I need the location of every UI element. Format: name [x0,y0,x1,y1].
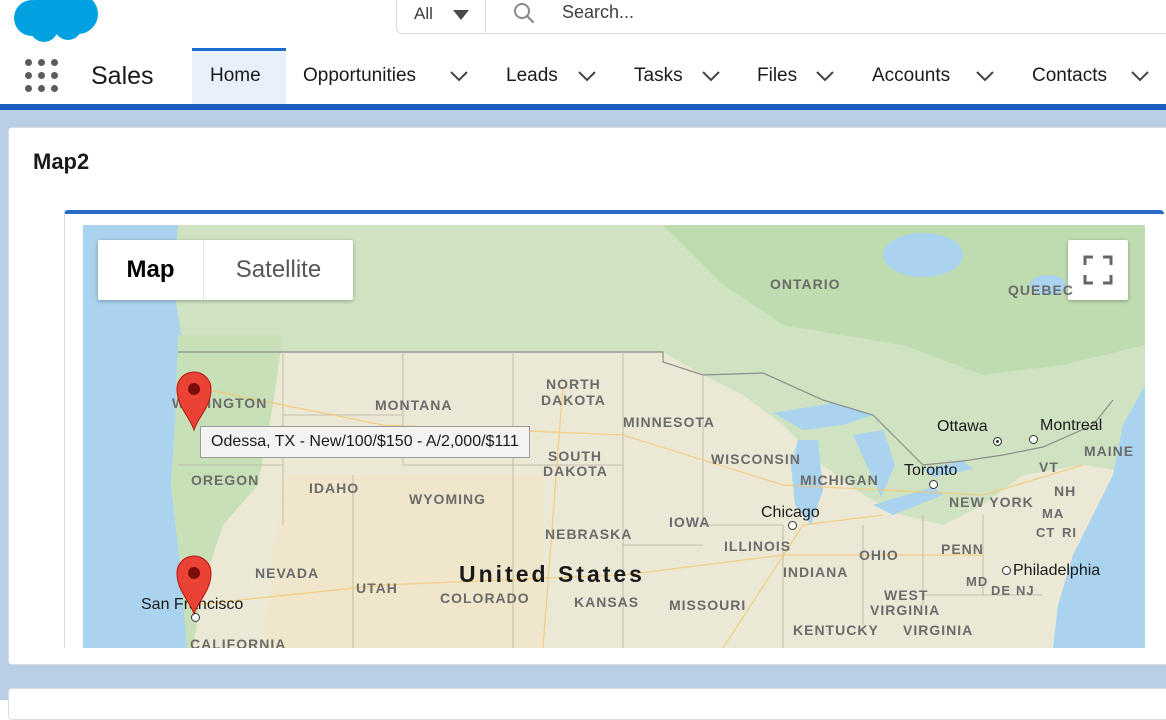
chevron-down-icon[interactable] [450,71,468,82]
map-label: OREGON [191,472,260,488]
map-label: ONTARIO [770,276,841,292]
map-label: KENTUCKY [793,622,879,638]
app-navigation-bar: Sales Home Opportunities Leads Tasks Fil… [0,48,1166,104]
map-label: KANSAS [574,594,640,610]
global-header: All [0,0,1166,48]
map-label: NH [1054,483,1077,499]
map-label: DAKOTA [541,392,606,408]
map-label: NJ [1016,583,1035,598]
tab-tasks[interactable]: Tasks [614,48,738,104]
map-label: INDIANA [783,564,849,580]
app-name: Sales [91,62,154,90]
search-icon [514,3,535,24]
map-label: ILLINOIS [724,538,792,554]
tab-label: Leads [506,65,558,86]
chevron-down-icon[interactable] [816,71,834,82]
chevron-down-icon[interactable] [1131,71,1149,82]
map-label: COLORADO [440,590,530,606]
tab-opportunities[interactable]: Opportunities [286,48,486,104]
map-label: VT [1039,459,1059,475]
salesforce-cloud-logo[interactable] [8,0,103,42]
city-label: Ottawa [937,418,988,435]
map-label: NEVADA [255,565,320,581]
city-dot [788,521,797,530]
marker-tooltip: Odessa, TX - New/100/$150 - A/2,000/$111 [200,426,530,458]
map-type-map-button[interactable]: Map [98,240,203,300]
map-label: IOWA [669,514,711,530]
map-label: DE [991,583,1012,598]
city-label: Montreal [1040,417,1103,434]
google-map[interactable]: Map Satellite ONTARIO QUEBEC NORTH DAKOT… [83,225,1145,648]
search-scope-value: All [414,4,433,23]
map-label: WYOMING [409,491,486,507]
map-label: MA [1042,506,1065,521]
app-launcher-icon[interactable] [25,59,59,93]
map-label: MINNESOTA [623,414,715,430]
city-label: Philadelphia [1013,562,1101,579]
chevron-down-icon[interactable] [702,71,720,82]
map-label: NEBRASKA [545,526,633,542]
search-scope-select[interactable]: All [397,0,486,33]
map-label: WISCONSIN [711,451,801,467]
tab-label: Home [210,65,261,86]
map-label: SOUTH [548,448,602,464]
map-label: IDAHO [309,480,360,496]
fullscreen-button[interactable] [1068,240,1128,300]
tab-accounts[interactable]: Accounts [854,48,1014,104]
map-label: MISSOURI [669,597,747,613]
chevron-down-icon[interactable] [578,71,596,82]
city-dot [1029,435,1038,444]
map-label: VIRGINIA [870,602,941,618]
next-card [8,688,1166,720]
map-label: MONTANA [375,397,453,413]
city-label: Chicago [761,504,820,521]
city-label: Toronto [904,462,958,479]
map-marker-pin-icon[interactable] [174,369,214,431]
tab-contacts[interactable]: Contacts [1014,48,1166,104]
card-title: Map2 [33,149,90,174]
tab-label: Accounts [872,65,951,86]
country-label: United States [459,561,645,587]
city-dot [1002,566,1011,575]
map-label: QUEBEC [1008,282,1074,298]
map-label: WEST [884,587,929,603]
tab-home[interactable]: Home [192,48,286,104]
map-label: VIRGINIA [903,622,974,638]
global-search: All [396,0,1166,34]
search-input[interactable] [562,1,962,23]
caret-down-icon [453,10,469,20]
map-label: CALIFORNIA [190,636,287,648]
map-label: OHIO [859,547,899,563]
map-type-control: Map Satellite [98,240,353,300]
tab-files[interactable]: Files [738,48,854,104]
tab-label: Files [757,65,798,86]
map-label: DAKOTA [543,463,608,479]
city-dot [929,480,938,489]
tab-label: Tasks [634,65,683,86]
map-type-satellite-button[interactable]: Satellite [203,240,353,300]
map-label: MICHIGAN [800,472,879,488]
tab-label: Opportunities [303,65,417,86]
fullscreen-icon [1083,255,1113,285]
tab-label: Contacts [1032,65,1107,86]
map-label: PENN [941,541,984,557]
map-label: UTAH [356,580,398,596]
map-label: NORTH [546,376,601,392]
map-label: RI [1062,525,1077,540]
map-label: CT [1036,525,1056,540]
map-marker-pin-icon[interactable] [174,553,214,615]
map-label: MD [966,574,989,589]
tab-leads[interactable]: Leads [486,48,614,104]
map-label: NEW YORK [949,494,1034,510]
city-dot [993,437,1002,446]
map-label: MAINE [1084,443,1135,459]
chevron-down-icon[interactable] [976,71,994,82]
